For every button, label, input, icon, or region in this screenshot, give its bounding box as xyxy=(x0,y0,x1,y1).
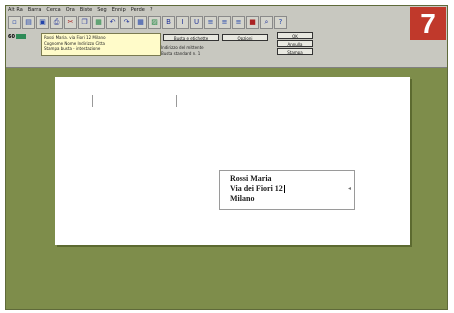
zoom-icon[interactable]: ⌕ xyxy=(260,16,273,29)
address-line-street: Via dei Fiori 12 xyxy=(230,184,283,193)
menu-item[interactable]: Cerca xyxy=(46,7,60,14)
menu-item[interactable]: ? xyxy=(150,7,153,14)
bold-icon[interactable]: B xyxy=(162,16,175,29)
print-icon[interactable]: ⎙ xyxy=(50,16,63,29)
zoom-swatch xyxy=(15,34,26,39)
color-icon[interactable]: ■ xyxy=(246,16,259,29)
standard-toolbar: ▫ ▤ ▣ ⎙ ✂ ❐ ▦ ↶ ↷ ▦ ▨ B I U ≡ ≡ ≡ ■ ⌕ ? xyxy=(8,16,287,29)
address-line-name: Rossi Maria xyxy=(230,174,272,183)
menu-item[interactable]: Ora xyxy=(66,7,75,14)
text-cursor xyxy=(283,185,285,194)
ok-button[interactable]: OK xyxy=(277,32,313,39)
resize-handle-icon[interactable]: ◂ xyxy=(348,186,352,192)
align-left-icon[interactable]: ≡ xyxy=(204,16,217,29)
envelope-toolbar: 60 Rossi Maria. via Fiori 12 Milano Cogn… xyxy=(6,32,447,62)
undo-icon[interactable]: ↶ xyxy=(106,16,119,29)
envelope-page[interactable]: Rossi Maria Via dei Fiori 12 Milano ◂ xyxy=(55,77,410,245)
cut-icon[interactable]: ✂ xyxy=(64,16,77,29)
address-preview: Rossi Maria. via Fiori 12 Milano Cognome… xyxy=(41,33,161,56)
open-icon[interactable]: ▤ xyxy=(22,16,35,29)
toolbar-area: Alt Ra Barra Cerca Ora Biste Seg Ennip P… xyxy=(6,6,447,68)
image-icon[interactable]: ▨ xyxy=(148,16,161,29)
paste-icon[interactable]: ▦ xyxy=(92,16,105,29)
menu-item[interactable]: Seg xyxy=(97,7,106,14)
preview-line: Stampa busta - intestazione xyxy=(44,46,101,51)
underline-icon[interactable]: U xyxy=(190,16,203,29)
zoom-field[interactable]: 60 xyxy=(8,34,26,40)
save-icon[interactable]: ▣ xyxy=(36,16,49,29)
menu-item[interactable]: Alt Ra xyxy=(8,7,23,14)
copy-icon[interactable]: ❐ xyxy=(78,16,91,29)
print-button[interactable]: Stampa xyxy=(277,48,313,55)
address-line-city: Milano xyxy=(230,194,255,203)
info-line: Busta standard n. 1 xyxy=(161,50,201,56)
recipient-address-box[interactable]: Rossi Maria Via dei Fiori 12 Milano ◂ xyxy=(219,170,355,210)
zoom-value: 60 xyxy=(8,34,15,40)
envelope-info: Indirizzo del mittente Busta standard n.… xyxy=(161,45,204,56)
info-line: Indirizzo del mittente xyxy=(161,45,204,50)
new-icon[interactable]: ▫ xyxy=(8,16,21,29)
menu-item[interactable]: Biste xyxy=(80,7,92,14)
margin-marker xyxy=(176,95,177,107)
italic-icon[interactable]: I xyxy=(176,16,189,29)
cancel-button[interactable]: Annulla xyxy=(277,40,313,47)
options-button[interactable]: Opzioni xyxy=(222,34,268,41)
menu-item[interactable]: Barra xyxy=(28,7,42,14)
address-line-street-row: Via dei Fiori 12 xyxy=(230,184,354,194)
menu-item[interactable]: Perde xyxy=(131,7,145,14)
table-icon[interactable]: ▦ xyxy=(134,16,147,29)
menu-item[interactable]: Ennip xyxy=(112,7,126,14)
menu-bar: Alt Ra Barra Cerca Ora Biste Seg Ennip P… xyxy=(8,7,153,14)
redo-icon[interactable]: ↷ xyxy=(120,16,133,29)
help-icon[interactable]: ? xyxy=(274,16,287,29)
align-right-icon[interactable]: ≡ xyxy=(232,16,245,29)
envelope-button[interactable]: Busta e etichette xyxy=(163,34,219,41)
align-center-icon[interactable]: ≡ xyxy=(218,16,231,29)
app-window: Alt Ra Barra Cerca Ora Biste Seg Ennip P… xyxy=(5,5,448,310)
margin-marker xyxy=(92,95,93,107)
